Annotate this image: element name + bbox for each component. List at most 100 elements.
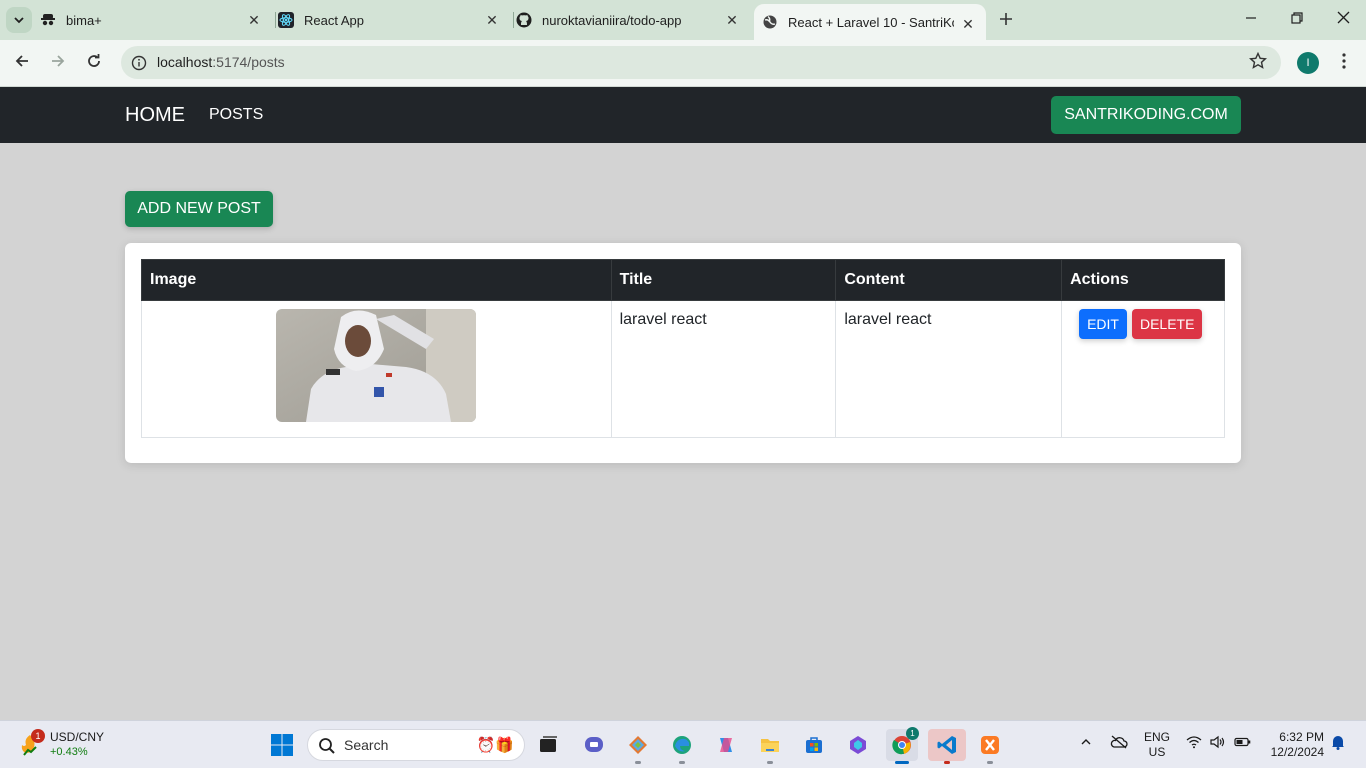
store-icon <box>806 737 822 753</box>
react-icon <box>278 12 294 28</box>
add-new-post-button[interactable]: ADD NEW POST <box>125 191 273 227</box>
github-icon <box>516 12 532 28</box>
reload-icon <box>88 54 100 67</box>
browser-tab-santrikoding[interactable]: React + Laravel 10 - SantriKoding ✕ <box>754 4 986 40</box>
header-image: Image <box>141 259 612 301</box>
close-icon[interactable]: ✕ <box>246 12 262 28</box>
posts-link[interactable]: POSTS <box>209 87 263 143</box>
close-icon[interactable]: ✕ <box>960 16 976 32</box>
forward-button[interactable] <box>47 52 69 74</box>
search-placeholder: Search <box>344 737 389 753</box>
new-tab-button[interactable] <box>996 10 1016 30</box>
globe-icon <box>762 14 778 30</box>
tab-title: nuroktavianiira/todo-app <box>542 12 682 28</box>
edge-icon <box>673 736 691 754</box>
taskbar-app-file-explorer[interactable] <box>754 729 786 764</box>
volume-button[interactable] <box>1210 735 1226 752</box>
address-bar[interactable]: localhost:5174/posts <box>121 46 1281 79</box>
running-indicator <box>679 761 685 764</box>
input-language[interactable]: ENG US <box>1143 730 1171 760</box>
battery-button[interactable] <box>1234 735 1252 752</box>
volume-icon <box>1210 735 1225 749</box>
delete-button[interactable]: DELETE <box>1131 309 1203 339</box>
running-indicator <box>895 761 909 764</box>
currency-widget[interactable]: 1 USD/CNY +0.43% <box>18 729 118 761</box>
table-header-row: Image Title Content Actions <box>141 259 1225 301</box>
chat-icon <box>585 737 603 752</box>
taskbar-app-xampp[interactable] <box>974 729 1006 764</box>
arrow-right-icon <box>52 55 65 67</box>
search-icon <box>318 737 336 755</box>
taskbar-app-edge[interactable] <box>666 729 698 764</box>
running-indicator <box>767 761 773 764</box>
windows-logo-icon <box>271 734 293 756</box>
copilot-icon <box>720 738 732 752</box>
browser-menu-button[interactable] <box>1336 52 1352 74</box>
app-navbar: HOME POSTS SANTRIKODING.COM <box>0 87 1366 143</box>
wifi-icon <box>1186 736 1202 749</box>
taskbar-app-chrome[interactable]: 1 <box>886 727 919 764</box>
wifi-button[interactable] <box>1186 735 1202 752</box>
vscode-icon <box>937 736 956 754</box>
tab-separator <box>513 12 514 28</box>
browser-tab-strip: bima+ ✕ React App ✕ nuroktavianiira/todo… <box>0 0 1366 40</box>
spy-icon <box>40 12 56 28</box>
onedrive-tray-button[interactable] <box>1110 735 1128 752</box>
chevron-up-icon <box>1081 739 1091 745</box>
post-image <box>276 309 477 422</box>
tab-title: React + Laravel 10 - SantriKoding <box>788 14 954 30</box>
close-icon[interactable]: ✕ <box>724 12 740 28</box>
taskbar-search[interactable]: Search ⏰🎁 <box>307 729 525 761</box>
posts-table: Image Title Content Actions laravel reac… <box>141 259 1225 438</box>
taskbar-app-gem[interactable] <box>622 729 654 764</box>
restore-icon <box>1291 12 1303 24</box>
site-info-icon[interactable] <box>129 53 149 73</box>
keyboard-layout: US <box>1148 745 1166 759</box>
url-text: localhost:5174/posts <box>157 54 285 70</box>
profile-avatar[interactable]: I <box>1297 52 1319 74</box>
post-image-cell <box>141 300 612 438</box>
m365-icon <box>850 736 866 754</box>
browser-tab-bima[interactable]: bima+ ✕ <box>40 0 272 40</box>
arrow-left-icon <box>15 55 28 67</box>
cloud-off-icon <box>1110 735 1128 749</box>
home-link[interactable]: HOME <box>125 87 185 143</box>
more-vertical-icon <box>1342 53 1346 69</box>
taskbar-app-store[interactable] <box>798 729 830 761</box>
restore-button[interactable] <box>1287 10 1307 30</box>
back-button[interactable] <box>11 52 33 74</box>
widget-value: +0.43% <box>50 746 88 758</box>
close-icon[interactable]: ✕ <box>484 12 500 28</box>
table-row: laravel react laravel react EDIT DELETE <box>141 300 1225 438</box>
show-hidden-icons-button[interactable] <box>1080 735 1092 751</box>
browser-tab-react-app[interactable]: React App ✕ <box>278 0 510 40</box>
running-indicator <box>944 761 950 764</box>
notifications-button[interactable] <box>1331 734 1345 753</box>
xampp-icon <box>981 736 999 754</box>
tab-title: React App <box>304 12 364 28</box>
taskbar-app-vscode[interactable] <box>928 729 966 764</box>
system-clock[interactable]: 6:32 PM 12/2/2024 <box>1262 730 1324 760</box>
gem-icon <box>629 736 647 754</box>
edit-button[interactable]: EDIT <box>1079 309 1127 339</box>
clock-time: 6:32 PM <box>1279 730 1324 744</box>
santrikoding-button[interactable]: SANTRIKODING.COM <box>1051 96 1241 134</box>
tab-search-button[interactable] <box>6 7 32 33</box>
taskbar-app-chat[interactable] <box>578 729 610 761</box>
taskbar-app-m365[interactable] <box>842 729 874 761</box>
reload-button[interactable] <box>83 52 105 74</box>
notification-badge: 1 <box>31 729 45 743</box>
windows-taskbar: 1 USD/CNY +0.43% Search ⏰🎁 1 ENG US 6:32… <box>0 720 1366 768</box>
chrome-badge: 1 <box>906 727 919 740</box>
task-view-button[interactable] <box>532 729 564 761</box>
taskbar-app-copilot[interactable] <box>710 729 742 761</box>
widget-title: USD/CNY <box>50 730 105 744</box>
tab-title: bima+ <box>66 12 102 28</box>
minimize-button[interactable] <box>1241 10 1261 30</box>
start-button[interactable] <box>270 733 294 757</box>
close-window-button[interactable] <box>1333 10 1353 30</box>
browser-tab-github[interactable]: nuroktavianiira/todo-app ✕ <box>516 0 750 40</box>
bookmark-star-icon[interactable] <box>1248 51 1268 75</box>
close-icon <box>1337 11 1349 24</box>
minimize-icon <box>1246 17 1256 19</box>
